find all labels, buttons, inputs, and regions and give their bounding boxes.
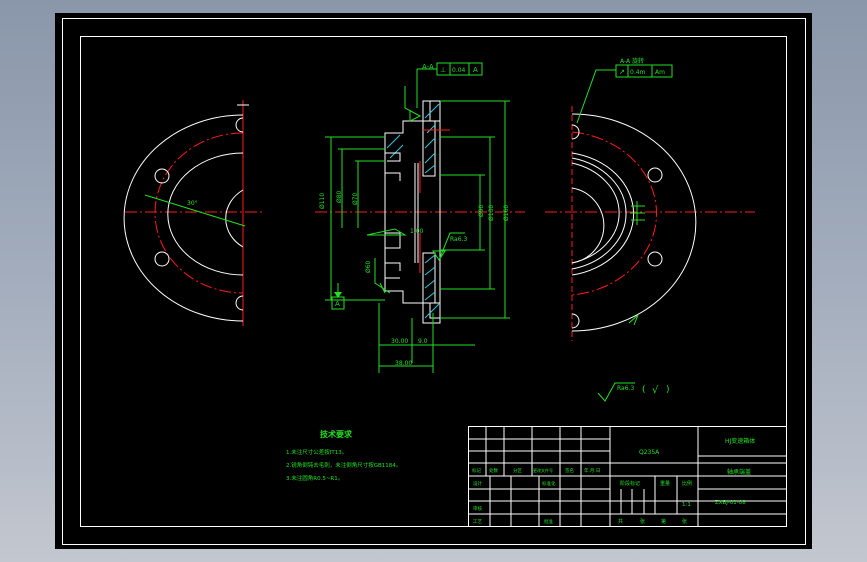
header-cell: 年.月.日 [584,467,600,474]
drawing-sheet: 30° Ø110 Ø80 Ø70 1.00 Ø60 A A-A ⊥ 0.04 A… [55,13,812,549]
sheet-label: 共 [618,518,623,525]
note-line: 1.未注尺寸公差按IT13。 [286,448,347,456]
note-line: 3.未注圆角R0.5~R1。 [286,474,343,482]
bolt-hole-half [235,117,244,133]
sheet-label: 张 [682,518,687,525]
stage-mark-label: 阶段标记 [620,480,640,487]
sheet-label: 第 [661,518,666,525]
outer-frame [62,18,806,545]
tolerance-symbol: ⊥ [440,66,446,74]
project-name: HJ变速箱体 [725,437,755,445]
title-block: Q235A HJ变速箱体 轴承端盖 ZXBJ-01-08 1:1 阶段标记 重量… [468,426,787,527]
tolerance-datum: A [473,66,478,74]
right-dimensions: Ø90 Ø130 Ø160 Ra6.3 [432,100,510,319]
tolerance-value: 0.4m [630,69,646,76]
section-label: A-A 旋转 [620,57,644,65]
row-label: 批准 [544,518,553,525]
paren-close: ) [666,385,670,395]
bolt-hole-half [571,313,580,329]
section-view: Ø110 Ø80 Ø70 1.00 Ø60 A A-A ⊥ 0.04 A Ø90… [315,62,525,373]
dim-text: Ø160 [503,205,510,221]
row-label: 标准化 [542,480,556,487]
left-view: 30° [123,100,265,326]
tolerance-value: 0.04 [452,67,466,74]
tolerance-symbol: ↗ [619,68,625,76]
header-cell: 签名 [565,467,574,474]
weight-label: 重量 [660,480,670,487]
bolt-hole [647,251,663,267]
header-cell: 处数 [489,467,498,474]
dim-text: 9.0 [418,338,428,345]
dim-text: Ø130 [488,205,495,221]
tolerance-datum: Am [655,69,665,76]
left-dimensions: Ø110 Ø80 Ø70 1.00 Ø60 [319,136,424,301]
datum-label: A [335,300,340,308]
dim-text: Ø110 [319,193,326,209]
section-hatch [386,100,441,324]
left-outer-circle [123,114,244,322]
dim-text: 30.00 [391,338,408,345]
roughness-label: Ra6.3 [450,236,467,243]
bolt-hole [154,168,170,184]
dim-text: 1.00 [410,228,424,235]
bolt-hole [154,251,170,267]
paren-open: ( [642,385,646,395]
header-cell: 分区 [513,467,522,474]
dim-text: Ø80 [336,190,343,203]
dim-text: Ø90 [478,204,485,217]
sheet-label: 张 [640,518,645,525]
bolt-hole-half [235,295,244,311]
right-outer-circle [571,113,697,332]
header-cell: 更改文件号 [533,467,553,473]
dim-text: Ø60 [365,260,372,273]
row-label: 设计 [473,480,482,487]
roughness-note: Ra6.3 ( √ ) [597,382,670,402]
dim-text: 38.00 [395,360,412,367]
dim-text: Ø70 [352,192,359,205]
bottom-dimensions: 30.00 9.0 38.00 [378,303,475,373]
roughness-value: Ra6.3 [617,385,634,392]
section-label: A-A [422,63,434,71]
right-small-dimension [630,201,645,225]
note-line: 2.锐角倒钝去毛刺，未注倒角尺寸按GB1184。 [286,461,401,469]
notes-title: 技术要求 [320,429,353,439]
drawing-number: ZXBJ-01-08 [715,500,746,506]
material: Q235A [639,449,660,456]
inner-bore-lines [414,163,419,263]
angle-dimension: 30° [187,200,198,207]
left-bore-circle [225,189,244,248]
geometric-tolerance-left: ⊥ 0.04 A [404,62,483,122]
ratio-label: 比例 [682,480,692,487]
cad-drawing: 30° Ø110 Ø80 Ø70 1.00 Ø60 A A-A ⊥ 0.04 A… [62,18,806,545]
technical-notes: 技术要求 1.未注尺寸公差按IT13。 2.锐角倒钝去毛刺，未注倒角尺寸按GB1… [286,429,401,482]
roughness-check: √ [652,385,659,396]
scale-value: 1:1 [682,502,691,508]
right-view: A-A 旋转 ↗ 0.4m Am [545,57,755,341]
geometric-tolerance-right: A-A 旋转 ↗ 0.4m Am [576,57,673,124]
datum-a: A [331,283,345,310]
row-label: 工艺 [473,519,482,525]
header-cell: 标记 [472,467,481,474]
groove-details [385,152,401,279]
right-bore-circle [571,187,605,264]
part-name: 轴承端盖 [727,468,751,476]
section-outline [384,100,441,319]
bolt-hole [647,167,663,183]
row-label: 审核 [473,505,482,512]
